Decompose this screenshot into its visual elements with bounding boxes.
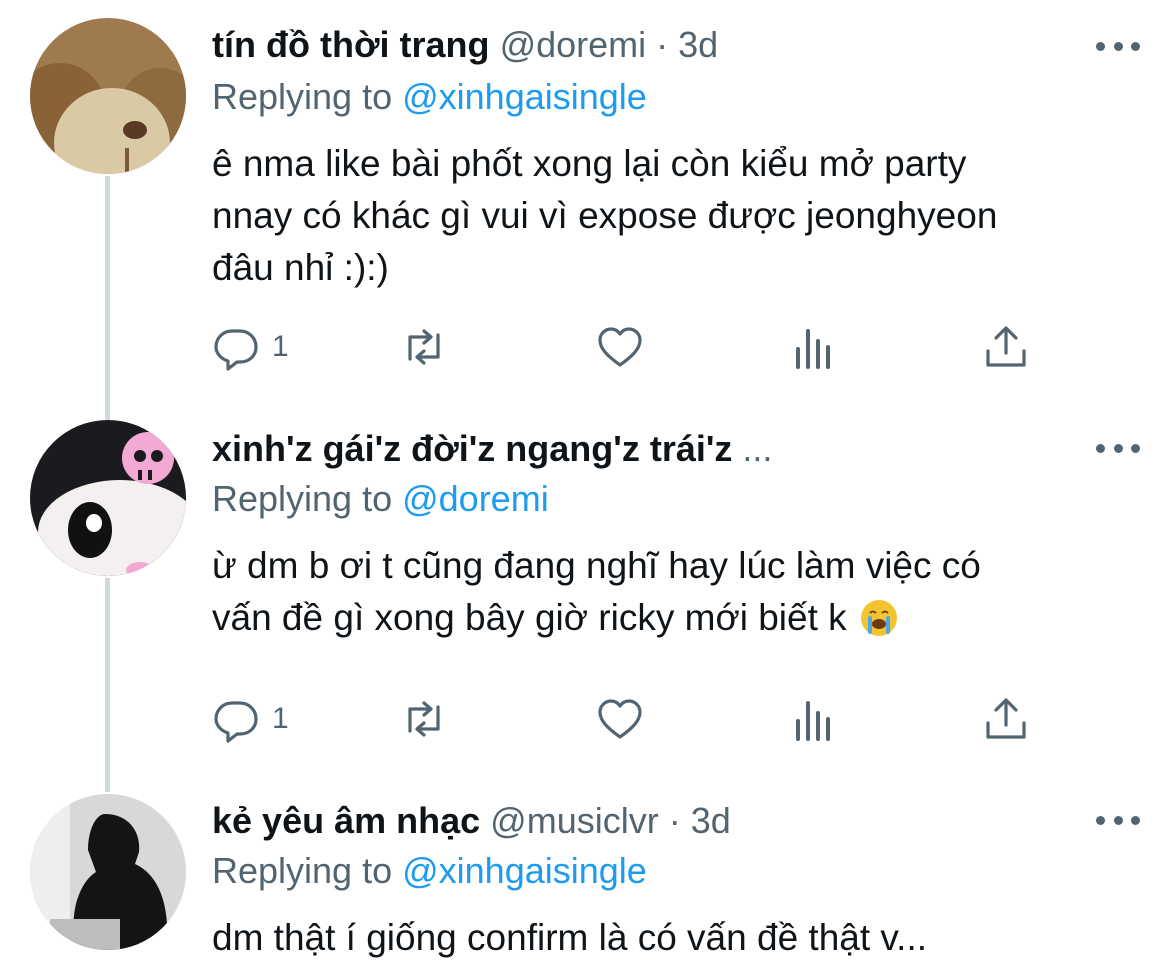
user-handle[interactable]: @musiclvr: [490, 800, 659, 841]
display-name[interactable]: kẻ yêu âm nhạc: [212, 800, 480, 841]
heart-icon: [598, 699, 642, 739]
share-icon: [986, 326, 1026, 367]
tweet-header: xinh'z gái'z đời'z ngang'z trái'z ...: [212, 426, 1110, 472]
like-button[interactable]: [596, 694, 644, 744]
share-icon: [986, 698, 1026, 739]
text-line: ê nma like bài phốt xong lại còn kiểu mở…: [212, 143, 967, 184]
reply-icon: [214, 329, 258, 371]
timestamp[interactable]: 3d: [678, 24, 718, 65]
tweet-header: tín đồ thời trang @doremi · 3d: [212, 22, 1110, 68]
timestamp[interactable]: 3d: [691, 800, 731, 841]
analytics-button[interactable]: [790, 694, 838, 744]
loudly-crying-face-icon: [860, 600, 897, 636]
text-line: dm thật í giống confirm là có vấn đề thậ…: [212, 917, 928, 958]
replying-to: Replying to @xinhgaisingle: [212, 848, 647, 894]
replying-prefix: Replying to: [212, 850, 403, 891]
reply-count: 1: [272, 702, 289, 735]
avatar[interactable]: [30, 18, 186, 174]
retweet-button[interactable]: [400, 322, 448, 372]
retweet-button[interactable]: [400, 694, 448, 744]
tweet-text: dm thật í giống confirm là có vấn đề thậ…: [212, 912, 1112, 964]
more-options-icon[interactable]: [1096, 438, 1140, 458]
reply-button[interactable]: 1: [212, 322, 289, 372]
avatar[interactable]: [30, 420, 186, 576]
replying-to: Replying to @doremi: [212, 476, 549, 522]
action-bar: 1: [212, 322, 1042, 372]
tweet-header: kẻ yêu âm nhạc @musiclvr · 3d: [212, 798, 1110, 844]
text-line: ừ dm b ơi t cũng đang nghĩ hay lúc làm v…: [212, 545, 981, 586]
hooded-person-avatar-icon: [30, 794, 186, 950]
user-handle[interactable]: @doremi: [500, 24, 647, 65]
share-button[interactable]: [982, 322, 1030, 372]
replying-to: Replying to @xinhgaisingle: [212, 74, 647, 120]
replying-prefix: Replying to: [212, 478, 403, 519]
display-name[interactable]: tín đồ thời trang: [212, 24, 490, 65]
separator: ·: [646, 24, 679, 65]
mention-link[interactable]: @xinhgaisingle: [402, 850, 647, 891]
like-button[interactable]: [596, 322, 644, 372]
tweet-text: ừ dm b ơi t cũng đang nghĩ hay lúc làm v…: [212, 540, 1112, 644]
mention-link[interactable]: @doremi: [402, 478, 549, 519]
reply-button[interactable]: 1: [212, 694, 289, 744]
heart-icon: [598, 327, 642, 367]
kuromi-avatar-icon: [30, 420, 186, 576]
text-line: đâu nhỉ :):): [212, 247, 389, 288]
analytics-button[interactable]: [790, 322, 838, 372]
mention-link[interactable]: @xinhgaisingle: [402, 76, 647, 117]
retweet-icon: [408, 701, 440, 737]
text-line: vấn đề gì xong bây giờ ricky mới biết k: [212, 597, 847, 638]
analytics-icon: [796, 701, 830, 741]
analytics-icon: [796, 329, 830, 369]
reply-count: 1: [272, 330, 289, 363]
replying-prefix: Replying to: [212, 76, 403, 117]
more-options-icon[interactable]: [1096, 36, 1140, 56]
text-line-with-emoji: vấn đề gì xong bây giờ ricky mới biết k: [212, 592, 1112, 644]
reply-tweet[interactable]: kẻ yêu âm nhạc @musiclvr · 3d Replying t…: [0, 780, 1170, 972]
avatar[interactable]: [30, 794, 186, 950]
retweet-icon: [408, 329, 440, 365]
action-bar: 1: [212, 694, 1042, 744]
separator: ·: [658, 800, 691, 841]
teddy-bear-avatar-icon: [30, 18, 186, 174]
reply-icon: [214, 701, 258, 743]
truncation-ellipsis: ...: [732, 428, 773, 469]
share-button[interactable]: [982, 694, 1030, 744]
reply-tweet[interactable]: xinh'z gái'z đời'z ngang'z trái'z ... Re…: [0, 400, 1170, 780]
reply-tweet[interactable]: tín đồ thời trang @doremi · 3d Replying …: [0, 0, 1170, 400]
text-line: nnay có khác gì vui vì expose được jeong…: [212, 195, 998, 236]
tweet-text: ê nma like bài phốt xong lại còn kiểu mở…: [212, 138, 1112, 294]
display-name[interactable]: xinh'z gái'z đời'z ngang'z trái'z: [212, 428, 732, 469]
more-options-icon[interactable]: [1096, 810, 1140, 830]
